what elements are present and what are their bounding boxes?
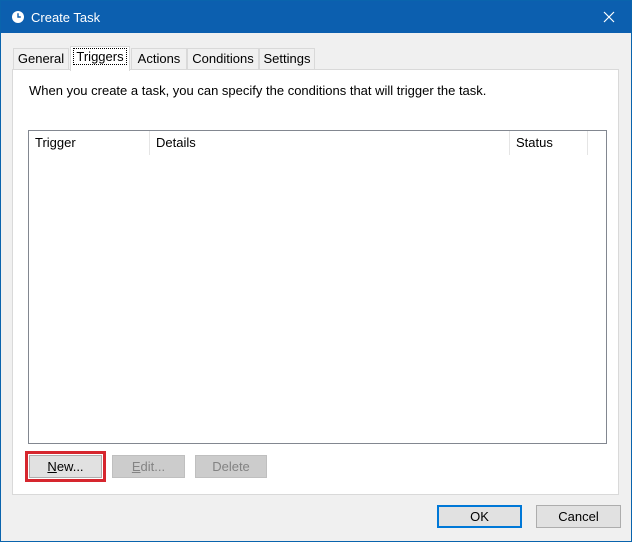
column-header-status[interactable]: Status — [510, 131, 588, 155]
triggers-tab-panel: When you create a task, you can specify … — [12, 69, 619, 495]
clock-icon — [11, 10, 25, 24]
window-title: Create Task — [31, 10, 101, 25]
column-header-details[interactable]: Details — [150, 131, 510, 155]
triggers-list[interactable]: Trigger Details Status — [28, 130, 607, 444]
tab-triggers[interactable]: Triggers — [70, 46, 130, 71]
cancel-button[interactable]: Cancel — [536, 505, 621, 528]
close-button[interactable] — [587, 1, 631, 33]
tab-general[interactable]: General — [13, 48, 69, 69]
close-icon — [603, 11, 615, 23]
new-trigger-button[interactable]: New... — [25, 451, 106, 482]
tab-conditions[interactable]: Conditions — [187, 48, 259, 69]
ok-button[interactable]: OK — [437, 505, 522, 528]
triggers-description: When you create a task, you can specify … — [29, 83, 487, 98]
tab-actions[interactable]: Actions — [131, 48, 187, 69]
delete-trigger-button[interactable]: Delete — [195, 455, 267, 478]
title-bar[interactable]: Create Task — [1, 1, 631, 33]
column-header-trigger[interactable]: Trigger — [29, 131, 150, 155]
tab-settings[interactable]: Settings — [259, 48, 315, 69]
create-task-dialog: Create Task General Triggers Actions Con… — [0, 0, 632, 542]
list-header: Trigger Details Status — [29, 131, 606, 155]
edit-trigger-button[interactable]: Edit... — [112, 455, 185, 478]
